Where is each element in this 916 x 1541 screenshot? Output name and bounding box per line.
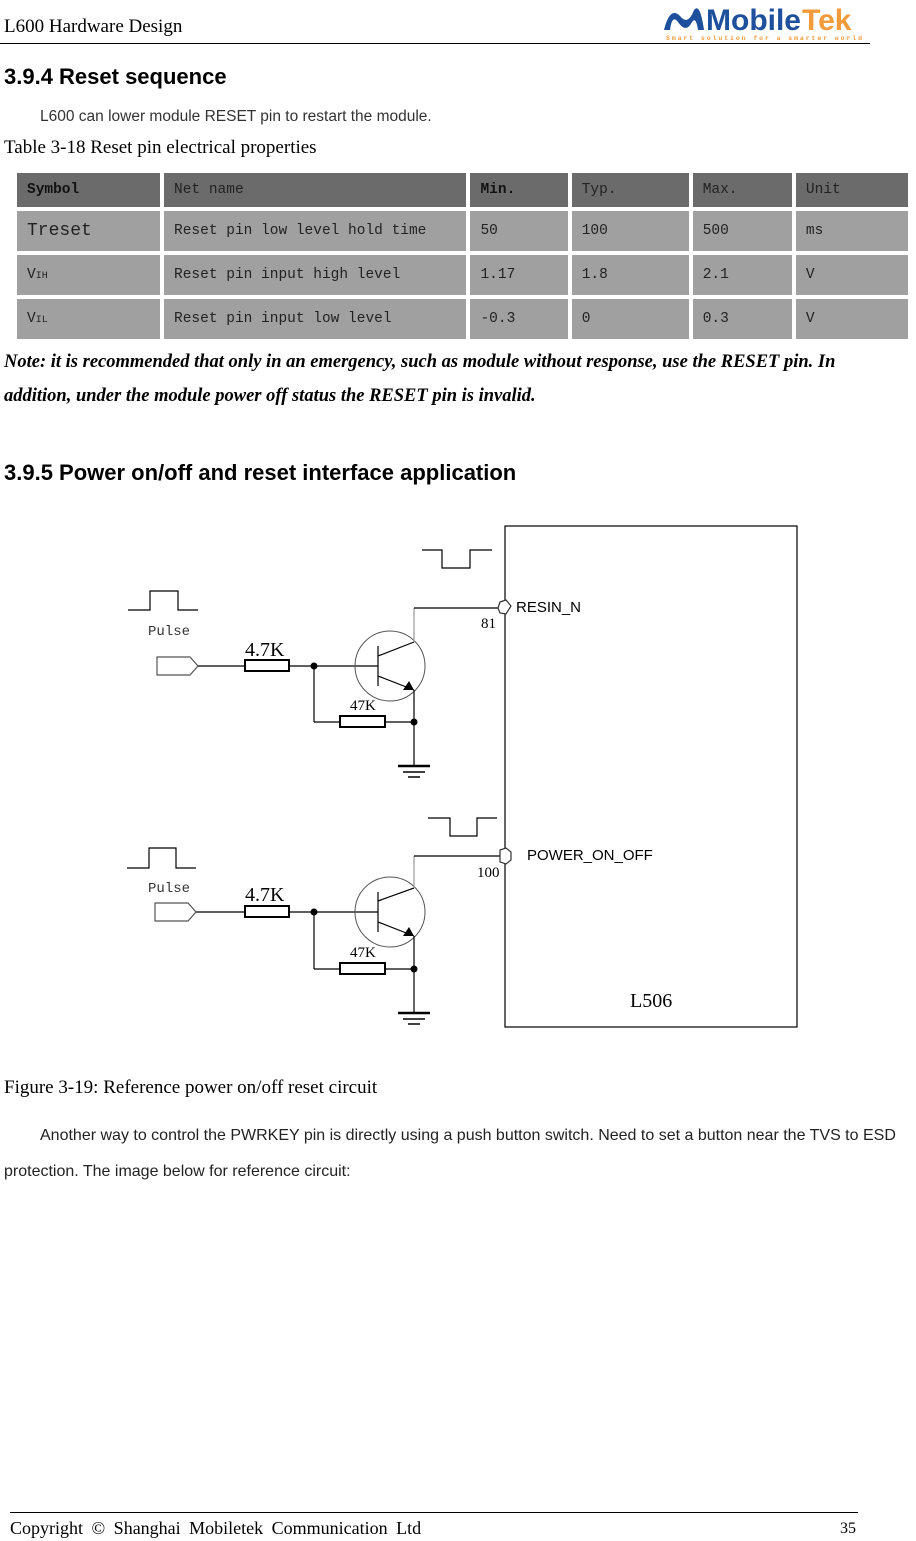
pin-name: POWER_ON_OFF <box>527 847 653 864</box>
series-resistor-label: 4.7K <box>245 884 285 906</box>
logo-text-dark: Mobile <box>706 4 801 37</box>
transistor-collector <box>377 887 415 902</box>
cell-unit: V <box>795 255 908 295</box>
table-caption: Table 3-18 Reset pin electrical properti… <box>4 137 317 158</box>
cell-max: 500 <box>692 211 792 251</box>
junction-dot <box>310 662 318 670</box>
table-row: VIL Reset pin input low level -0.3 0 0.3… <box>17 299 908 339</box>
intro-paragraph: L600 can lower module RESET pin to resta… <box>40 108 432 125</box>
active-low-pulse-waveform <box>428 817 497 837</box>
pulldown-resistor-label: 47K <box>350 945 376 961</box>
active-low-pulse-waveform <box>422 549 492 569</box>
series-resistor-label: 4.7K <box>245 639 285 661</box>
module-label: L506 <box>630 990 672 1012</box>
input-label: Pulse <box>148 881 190 897</box>
pulldown-resistor <box>339 715 386 728</box>
cell-symbol: Treset <box>17 211 161 251</box>
junction-dot <box>410 965 418 973</box>
cell-net-name: Reset pin input high level <box>164 255 467 295</box>
header-cell-symbol: Symbol <box>17 173 161 207</box>
cell-max: 0.3 <box>692 299 792 339</box>
input-port-icon <box>156 656 199 676</box>
logo-wave-mark <box>664 8 704 31</box>
pulldown-resistor-label: 47K <box>350 698 376 714</box>
header-cell-max: Max. <box>692 173 792 207</box>
header-cell-unit: Unit <box>795 173 908 207</box>
reset-pin-properties-table: Symbol Net name Min. Typ. Max. Unit Tres… <box>13 169 912 343</box>
logo-text-accent: Tek <box>802 4 852 37</box>
cell-net-name: Reset pin low level hold time <box>164 211 467 251</box>
cell-symbol: VIH <box>17 255 161 295</box>
note-paragraph: Note: it is recommended that only in an … <box>4 352 836 406</box>
input-label: Pulse <box>148 624 190 640</box>
table-row: VIH Reset pin input high level 1.17 1.8 … <box>17 255 908 295</box>
input-pulse-waveform <box>127 847 196 869</box>
reference-circuit-schematic: Pulse Pulse 4.7K 47K 81 4.7K 47K 100 L50… <box>127 525 798 1028</box>
cell-min: 50 <box>470 211 568 251</box>
section-heading-reset-sequence: 3.9.4 Reset sequence <box>4 64 227 89</box>
footer-copyright: Copyright © Shanghai Mobiletek Communica… <box>10 1518 422 1538</box>
header-divider <box>0 43 870 44</box>
cell-min: -0.3 <box>470 299 568 339</box>
input-port-icon <box>154 902 197 922</box>
emitter-arrow-icon <box>403 927 414 936</box>
pin-number: 100 <box>477 865 500 881</box>
cell-typ: 100 <box>571 211 689 251</box>
cell-max: 2.1 <box>692 255 792 295</box>
cell-unit: V <box>795 299 908 339</box>
mobiletek-logo: Mobile Tek Smart solution for a smarter … <box>660 0 870 42</box>
series-resistor <box>244 905 290 918</box>
junction-dot <box>410 718 418 726</box>
cell-typ: 0 <box>571 299 689 339</box>
emitter-arrow-icon <box>403 681 414 690</box>
table-row: Treset Reset pin low level hold time 50 … <box>17 211 908 251</box>
header-cell-min: Min. <box>470 173 568 207</box>
series-resistor <box>244 659 290 672</box>
figure-caption: Figure 3-19: Reference power on/off rese… <box>4 1077 378 1098</box>
header-cell-typ: Typ. <box>571 173 689 207</box>
cell-min: 1.17 <box>470 255 568 295</box>
cell-symbol: VIL <box>17 299 161 339</box>
cell-net-name: Reset pin input low level <box>164 299 467 339</box>
transistor-collector <box>377 641 415 657</box>
pin-name: RESIN_N <box>516 599 581 616</box>
footer-divider <box>10 1512 858 1513</box>
input-pulse-waveform <box>128 590 198 611</box>
junction-dot <box>310 908 318 916</box>
reset-circuit <box>128 549 512 778</box>
section-heading-power-reset-application: 3.9.5 Power on/off and reset interface a… <box>4 460 517 485</box>
body-paragraph: Another way to control the PWRKEY pin is… <box>4 1127 896 1180</box>
pin-number: 81 <box>481 616 496 632</box>
pulldown-resistor <box>339 962 386 975</box>
table-header-row: Symbol Net name Min. Typ. Max. Unit <box>17 173 908 207</box>
header-cell-net-name: Net name <box>164 173 467 207</box>
cell-unit: ms <box>795 211 908 251</box>
mobiletek-logo-graphic: Mobile Tek Smart solution for a smarter … <box>664 4 862 42</box>
document-header-title: L600 Hardware Design <box>4 16 183 37</box>
page-number: 35 <box>840 1520 856 1537</box>
pin-connector-icon <box>499 847 512 865</box>
power-circuit <box>127 817 512 1025</box>
cell-typ: 1.8 <box>571 255 689 295</box>
logo-tagline: Smart solution for a smarter world <box>666 35 862 42</box>
pin-connector-icon <box>497 599 512 615</box>
